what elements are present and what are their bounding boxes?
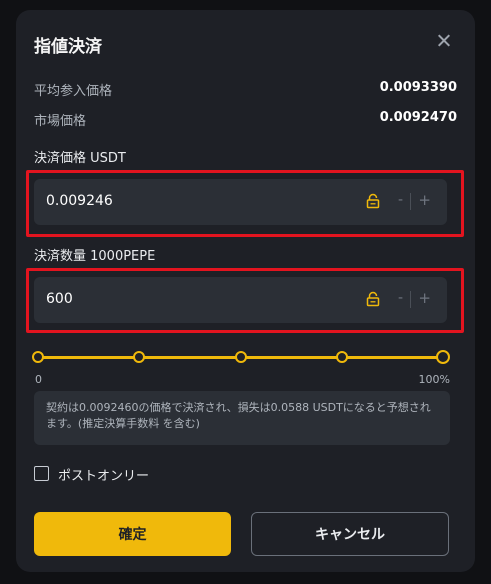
dialog-title: 指値決済	[34, 37, 102, 57]
close-quantity-label: 決済数量 1000PEPE	[34, 249, 156, 264]
price-highlight-frame	[26, 170, 464, 237]
quantity-slider[interactable]	[32, 350, 450, 367]
slider-handle[interactable]	[436, 350, 450, 364]
slider-step-50[interactable]	[234, 351, 247, 363]
avg-entry-row: 平均参入価格 0.0093390	[34, 80, 457, 100]
market-price-value: 0.0092470	[379, 110, 457, 125]
slider-step-0[interactable]	[32, 351, 44, 363]
post-only-checkbox[interactable]	[34, 466, 49, 481]
slider-step-25[interactable]	[133, 351, 146, 363]
avg-entry-label: 平均参入価格	[34, 84, 113, 99]
confirm-button[interactable]: 確定	[34, 512, 231, 556]
slider-max-label: 100%	[418, 373, 450, 386]
slider-step-75[interactable]	[335, 351, 348, 363]
avg-entry-value: 0.0093390	[379, 80, 457, 95]
slider-min-label: 0	[35, 373, 42, 386]
market-price-row: 市場価格 0.0092470	[34, 110, 457, 130]
close-price-label: 決済価格 USDT	[34, 151, 126, 166]
post-only-label[interactable]: ポストオンリー	[58, 465, 149, 484]
estimate-note: 契約は0.0092460の価格で決済され、損失は0.0588 USDTになると予…	[34, 391, 450, 445]
close-icon[interactable]	[433, 30, 455, 52]
market-price-label: 市場価格	[34, 114, 87, 129]
cancel-button[interactable]: キャンセル	[251, 512, 449, 556]
quantity-highlight-frame	[26, 268, 464, 333]
